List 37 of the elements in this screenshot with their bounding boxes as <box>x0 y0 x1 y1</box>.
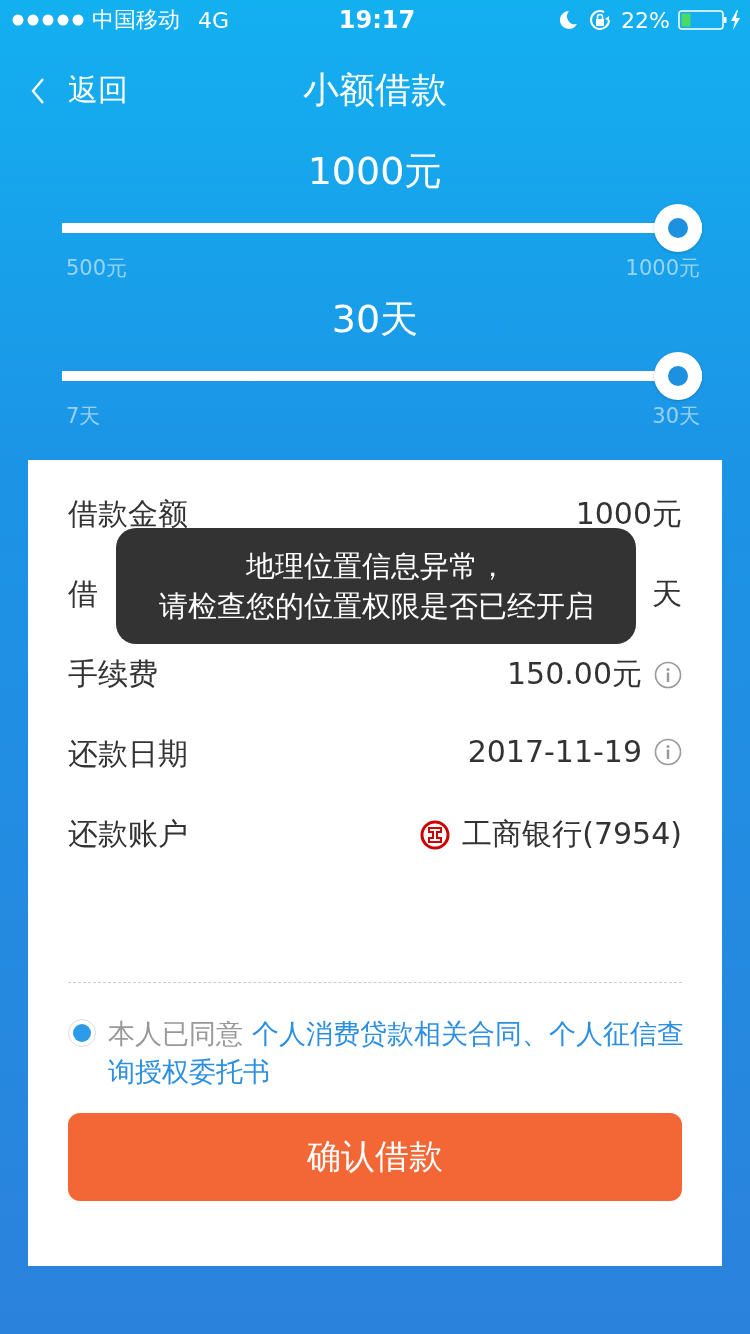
page-title: 小额借款 <box>303 67 447 112</box>
bank-logo-icon <box>420 819 451 850</box>
range-max-label: 30天 <box>652 403 700 430</box>
info-icon[interactable] <box>654 660 682 689</box>
toast-text: 请检查您的位置权限是否已经开启 <box>158 588 594 625</box>
detail-value: 2017-11-19 <box>467 734 642 769</box>
status-time: 19:17 <box>338 6 416 34</box>
detail-value: 150.00元 <box>507 655 642 693</box>
slider-value: 1000元 <box>306 148 444 195</box>
slider-value: 30天 <box>330 296 420 343</box>
slider-track[interactable] <box>62 204 702 252</box>
detail-label: 借 <box>68 575 98 613</box>
info-icon[interactable] <box>654 737 682 766</box>
chevron-left-icon[interactable] <box>30 76 46 105</box>
battery-percent: 22% <box>621 7 670 33</box>
slider-thumb[interactable] <box>654 204 702 252</box>
agreement-text[interactable]: 本人已同意 个人消费贷款相关合同、个人征信查询授权委托书 <box>108 1015 700 1091</box>
back-button[interactable]: 返回 <box>30 70 128 111</box>
detail-label: 还款账户 <box>68 815 188 853</box>
slider-track[interactable] <box>62 352 702 400</box>
moon-icon <box>557 9 580 31</box>
range-min-label: 7天 <box>66 403 101 430</box>
detail-value: 1000元 <box>575 495 682 533</box>
detail-value: 工商银行(7954) <box>462 815 682 853</box>
confirm-loan-button[interactable]: 确认借款 <box>68 1113 682 1201</box>
toast-text: 地理位置信息异常， <box>245 548 507 585</box>
detail-label: 手续费 <box>68 655 158 693</box>
detail-label: 借款金额 <box>68 495 188 533</box>
range-max-label: 1000元 <box>625 255 700 282</box>
detail-value: 天 <box>652 575 682 613</box>
battery-icon <box>678 9 742 31</box>
carrier-name: 中国移动 <box>92 6 180 34</box>
detail-label: 还款日期 <box>68 735 188 773</box>
slider-thumb[interactable] <box>654 352 702 400</box>
range-min-label: 500元 <box>66 255 128 282</box>
network-type: 4G <box>198 7 230 33</box>
signal-icon <box>12 13 84 27</box>
